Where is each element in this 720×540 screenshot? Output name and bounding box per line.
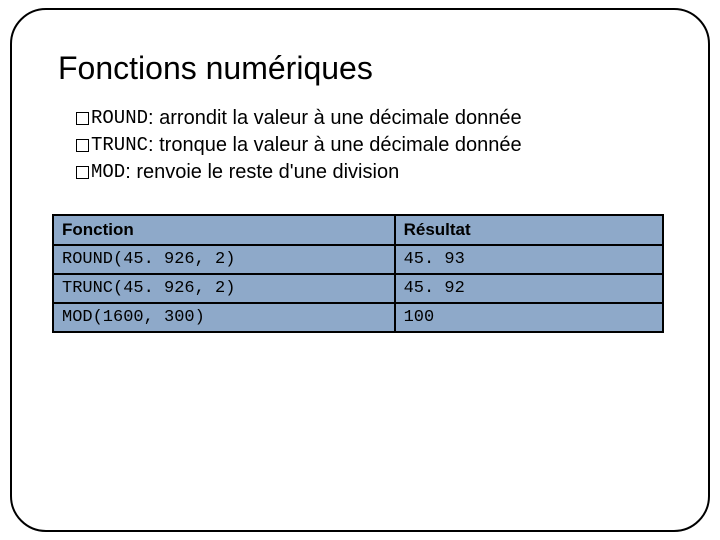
bullet-icon xyxy=(76,139,89,152)
header-function: Fonction xyxy=(53,215,395,245)
bullet-text: : arrondit la valeur à une décimale donn… xyxy=(148,105,522,132)
bullet-code: MOD xyxy=(91,160,125,186)
bullet-icon xyxy=(76,112,89,125)
bullet-list: ROUND : arrondit la valeur à une décimal… xyxy=(76,105,668,186)
table-row: MOD(1600, 300) 100 xyxy=(53,303,663,332)
functions-table: Fonction Résultat ROUND(45. 926, 2) 45. … xyxy=(52,214,664,333)
bullet-code: ROUND xyxy=(91,106,148,132)
slide-frame: Fonctions numériques ROUND : arrondit la… xyxy=(10,8,710,532)
bullet-code: TRUNC xyxy=(91,133,148,159)
table-row: ROUND(45. 926, 2) 45. 93 xyxy=(53,245,663,274)
cell-result: 45. 92 xyxy=(395,274,663,303)
cell-result: 45. 93 xyxy=(395,245,663,274)
bullet-text: : renvoie le reste d'une division xyxy=(125,159,399,186)
header-result: Résultat xyxy=(395,215,663,245)
bullet-icon xyxy=(76,166,89,179)
table-row: TRUNC(45. 926, 2) 45. 92 xyxy=(53,274,663,303)
list-item: ROUND : arrondit la valeur à une décimal… xyxy=(76,105,668,132)
list-item: TRUNC : tronque la valeur à une décimale… xyxy=(76,132,668,159)
cell-result: 100 xyxy=(395,303,663,332)
bullet-text: : tronque la valeur à une décimale donné… xyxy=(148,132,522,159)
table-header-row: Fonction Résultat xyxy=(53,215,663,245)
cell-function: TRUNC(45. 926, 2) xyxy=(53,274,395,303)
cell-function: MOD(1600, 300) xyxy=(53,303,395,332)
cell-function: ROUND(45. 926, 2) xyxy=(53,245,395,274)
slide-title: Fonctions numériques xyxy=(58,50,668,87)
list-item: MOD : renvoie le reste d'une division xyxy=(76,159,668,186)
